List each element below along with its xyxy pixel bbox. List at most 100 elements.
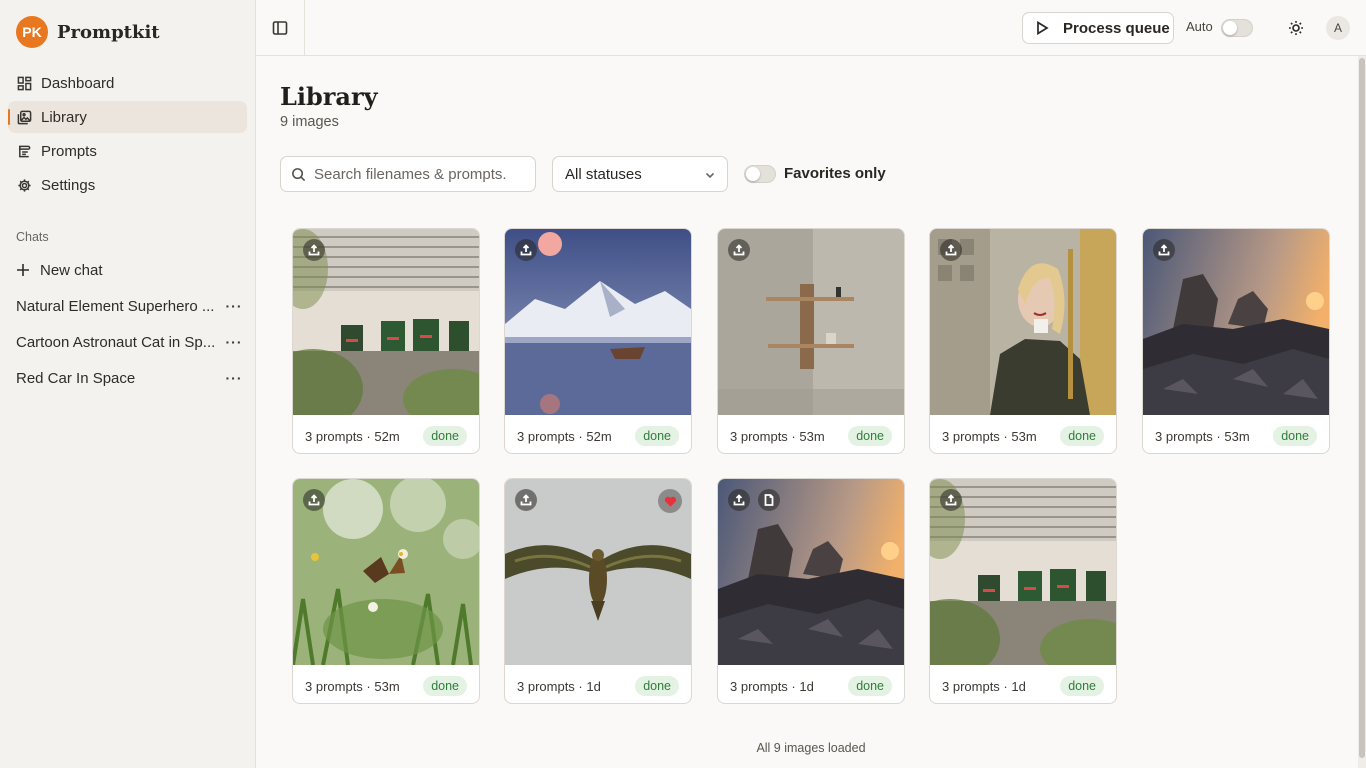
- export-button[interactable]: [515, 489, 537, 511]
- prompts-icon: [19, 145, 31, 157]
- favorites-toggle[interactable]: [744, 165, 776, 183]
- more-options-icon[interactable]: ···: [224, 296, 244, 316]
- chat-item[interactable]: Natural Element Superhero ... ···: [0, 288, 256, 324]
- nav-item-prompts[interactable]: Prompts: [8, 135, 247, 167]
- document-icon: [764, 494, 774, 506]
- export-button[interactable]: [515, 239, 537, 261]
- sidebar-toggle-icon: [272, 21, 288, 35]
- image-card[interactable]: 3 prompts · 1d done: [929, 478, 1117, 704]
- image-card[interactable]: 3 prompts · 52m done: [292, 228, 480, 454]
- image-card[interactable]: 3 prompts · 53m done: [292, 478, 480, 704]
- card-footer: 3 prompts · 1d done: [517, 676, 679, 696]
- image-card[interactable]: 3 prompts · 1d done: [717, 478, 905, 704]
- brand-name: Promptkit: [57, 21, 160, 43]
- sun-icon: [1289, 21, 1303, 35]
- upload-icon: [945, 244, 957, 256]
- status-badge: done: [635, 426, 679, 446]
- sidebar: PK Promptkit Dashboard Library Prompts S…: [0, 0, 256, 768]
- page-title: Library: [280, 82, 378, 111]
- card-footer: 3 prompts · 53m done: [942, 426, 1104, 446]
- library-main: Library 9 images All statuses Favorites …: [256, 56, 1358, 768]
- export-button[interactable]: [940, 239, 962, 261]
- chat-item[interactable]: Red Car In Space ···: [0, 360, 256, 396]
- status-badge: done: [848, 676, 892, 696]
- card-meta: 3 prompts · 53m: [305, 678, 400, 694]
- export-button[interactable]: [1153, 239, 1175, 261]
- brand[interactable]: PK Promptkit: [16, 16, 160, 48]
- status-badge: done: [1060, 426, 1104, 446]
- dashboard-icon: [17, 76, 32, 90]
- process-queue-label: Process queue: [1063, 19, 1170, 37]
- status-badge: done: [848, 426, 892, 446]
- search-input[interactable]: [314, 165, 534, 183]
- load-status: All 9 images loaded: [756, 741, 866, 755]
- new-chat-button[interactable]: New chat: [16, 258, 103, 282]
- upload-icon: [308, 494, 320, 506]
- brand-logo: PK: [16, 16, 48, 48]
- status-filter-select[interactable]: All statuses: [552, 156, 728, 192]
- nav-item-settings[interactable]: Settings: [8, 169, 247, 201]
- upload-icon: [733, 494, 745, 506]
- card-meta: 3 prompts · 53m: [1155, 428, 1250, 444]
- image-card[interactable]: 3 prompts · 53m done: [1142, 228, 1330, 454]
- card-meta: 3 prompts · 52m: [517, 428, 612, 444]
- nav-item-dashboard[interactable]: Dashboard: [8, 67, 247, 99]
- upload-icon: [520, 494, 532, 506]
- main-nav: Dashboard Library Prompts Settings: [8, 67, 247, 203]
- nav-item-library[interactable]: Library: [8, 101, 247, 133]
- heart-icon: [664, 496, 676, 507]
- card-meta: 3 prompts · 1d: [942, 678, 1026, 694]
- chat-list: Natural Element Superhero ... ··· Cartoo…: [0, 288, 256, 396]
- card-footer: 3 prompts · 1d done: [730, 676, 892, 696]
- card-footer: 3 prompts · 52m done: [305, 426, 467, 446]
- process-queue-button[interactable]: Process queue: [1022, 12, 1174, 44]
- theme-toggle-button[interactable]: [1284, 16, 1308, 40]
- favorite-button[interactable]: [658, 489, 682, 513]
- export-button[interactable]: [940, 489, 962, 511]
- more-options-icon[interactable]: ···: [224, 368, 244, 388]
- toggle-sidebar-button[interactable]: [256, 0, 305, 56]
- favorites-label: Favorites only: [784, 165, 886, 182]
- card-footer: 3 prompts · 53m done: [730, 426, 892, 446]
- upload-icon: [308, 244, 320, 256]
- image-card[interactable]: 3 prompts · 52m done: [504, 228, 692, 454]
- document-button[interactable]: [758, 489, 780, 511]
- card-meta: 3 prompts · 53m: [730, 428, 825, 444]
- scrollbar-thumb[interactable]: [1359, 58, 1365, 758]
- card-footer: 3 prompts · 52m done: [517, 426, 679, 446]
- image-card[interactable]: 3 prompts · 53m done: [929, 228, 1117, 454]
- search-icon: [292, 167, 306, 181]
- top-bar: Process queue Auto A: [256, 0, 1366, 56]
- status-filter-value: All statuses: [565, 165, 642, 183]
- chat-title: Red Car In Space: [16, 369, 136, 387]
- chat-title: Natural Element Superhero ...: [16, 297, 215, 315]
- status-badge: done: [1273, 426, 1317, 446]
- avatar[interactable]: A: [1326, 16, 1350, 40]
- image-card[interactable]: 3 prompts · 1d done: [504, 478, 692, 704]
- status-badge: done: [635, 676, 679, 696]
- card-meta: 3 prompts · 1d: [730, 678, 814, 694]
- nav-item-label: Settings: [41, 176, 96, 194]
- card-meta: 3 prompts · 52m: [305, 428, 400, 444]
- gear-icon: [18, 178, 31, 192]
- status-badge: done: [1060, 676, 1104, 696]
- library-icon: [17, 110, 32, 124]
- export-button[interactable]: [728, 489, 750, 511]
- card-footer: 3 prompts · 53m done: [305, 676, 467, 696]
- search-box[interactable]: [280, 156, 536, 192]
- export-button[interactable]: [303, 239, 325, 261]
- auto-toggle[interactable]: [1221, 19, 1253, 37]
- plus-icon: [17, 264, 29, 276]
- card-meta: 3 prompts · 1d: [517, 678, 601, 694]
- main-scrollbar[interactable]: [1358, 56, 1366, 768]
- status-badge: done: [423, 676, 467, 696]
- chat-title: Cartoon Astronaut Cat in Sp...: [16, 333, 216, 351]
- upload-icon: [945, 494, 957, 506]
- more-options-icon[interactable]: ···: [224, 332, 244, 352]
- image-card[interactable]: 3 prompts · 53m done: [717, 228, 905, 454]
- chat-item[interactable]: Cartoon Astronaut Cat in Sp... ···: [0, 324, 256, 360]
- play-icon: [1037, 21, 1049, 35]
- card-footer: 3 prompts · 53m done: [1155, 426, 1317, 446]
- export-button[interactable]: [303, 489, 325, 511]
- export-button[interactable]: [728, 239, 750, 261]
